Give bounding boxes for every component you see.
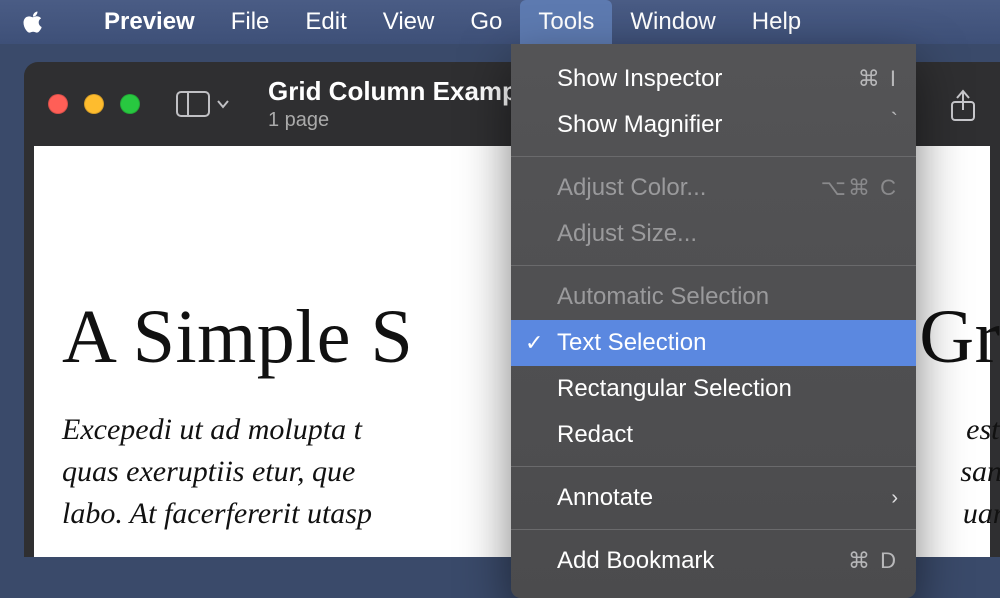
menu-app-name[interactable]: Preview — [86, 0, 213, 44]
menu-item-label: Show Magnifier — [557, 111, 722, 139]
document-info: Grid Column Exampl 1 page — [268, 76, 525, 132]
shortcut-label: ⌥⌘ C — [821, 175, 898, 201]
para-line3-right: uam. — [963, 493, 1000, 535]
close-button[interactable] — [48, 94, 68, 114]
checkmark-icon: ✓ — [525, 330, 543, 356]
menu-separator — [511, 529, 916, 530]
menu-item-label: Text Selection — [557, 329, 706, 357]
document-title: Grid Column Exampl — [268, 76, 525, 107]
menu-items: Preview File Edit View Go Tools Window H… — [86, 0, 819, 44]
shortcut-label: ⌘ I — [858, 66, 898, 92]
minimize-button[interactable] — [84, 94, 104, 114]
sidebar-toggle-button[interactable] — [176, 91, 230, 117]
shortcut-label: ` — [891, 108, 898, 134]
menu-separator — [511, 156, 916, 157]
menu-separator — [511, 265, 916, 266]
document-subtitle: 1 page — [268, 109, 525, 132]
menu-item-label: Redact — [557, 421, 633, 449]
share-icon — [948, 88, 978, 124]
para-line1-left: Excepedi ut ad molupta t — [62, 409, 362, 451]
menu-item-label: Add Bookmark — [557, 547, 714, 575]
menu-window[interactable]: Window — [612, 0, 733, 44]
menu-item-label: Show Inspector — [557, 65, 722, 93]
para-line2-left: quas exeruptiis etur, que — [62, 451, 363, 493]
menu-item-label: Adjust Color... — [557, 174, 706, 202]
menu-adjust-color: Adjust Color... ⌥⌘ C — [511, 165, 916, 211]
menu-help[interactable]: Help — [734, 0, 819, 44]
menu-annotate[interactable]: Annotate › — [511, 475, 916, 521]
heading-right: Gri — [919, 294, 1000, 381]
share-button[interactable] — [948, 88, 978, 129]
chevron-right-icon: › — [891, 487, 898, 510]
menu-show-magnifier[interactable]: Show Magnifier ` — [511, 102, 916, 148]
tools-dropdown: Show Inspector ⌘ I Show Magnifier ` Adju… — [511, 44, 916, 598]
sidebar-icon — [176, 91, 210, 117]
menu-tools[interactable]: Tools — [520, 0, 612, 44]
menu-file[interactable]: File — [213, 0, 288, 44]
menu-item-label: Annotate — [557, 484, 653, 512]
para-line1-right: est a — [959, 409, 1000, 451]
menu-adjust-size: Adjust Size... — [511, 211, 916, 257]
menu-separator — [511, 466, 916, 467]
menu-item-label: Adjust Size... — [557, 220, 697, 248]
zoom-button[interactable] — [120, 94, 140, 114]
menu-rectangular-selection[interactable]: Rectangular Selection — [511, 366, 916, 412]
chevron-down-icon — [216, 99, 230, 109]
para-line3-left: labo. At facerfererit utasp — [62, 493, 372, 535]
menu-add-bookmark[interactable]: Add Bookmark ⌘ D — [511, 538, 916, 584]
menu-view[interactable]: View — [365, 0, 453, 44]
menu-edit[interactable]: Edit — [287, 0, 364, 44]
menu-item-label: Rectangular Selection — [557, 375, 792, 403]
menu-go[interactable]: Go — [452, 0, 520, 44]
menu-show-inspector[interactable]: Show Inspector ⌘ I — [511, 56, 916, 102]
menu-item-label: Automatic Selection — [557, 283, 769, 311]
menu-automatic-selection: Automatic Selection — [511, 274, 916, 320]
menu-redact[interactable]: Redact — [511, 412, 916, 458]
shortcut-label: ⌘ D — [848, 548, 898, 574]
apple-logo-icon[interactable] — [22, 9, 48, 35]
menubar: Preview File Edit View Go Tools Window H… — [0, 0, 1000, 44]
heading-left: A Simple S — [62, 294, 413, 381]
traffic-lights — [48, 94, 140, 114]
menu-text-selection[interactable]: ✓ Text Selection — [511, 320, 916, 366]
para-line2-right: sanis — [953, 451, 1000, 493]
